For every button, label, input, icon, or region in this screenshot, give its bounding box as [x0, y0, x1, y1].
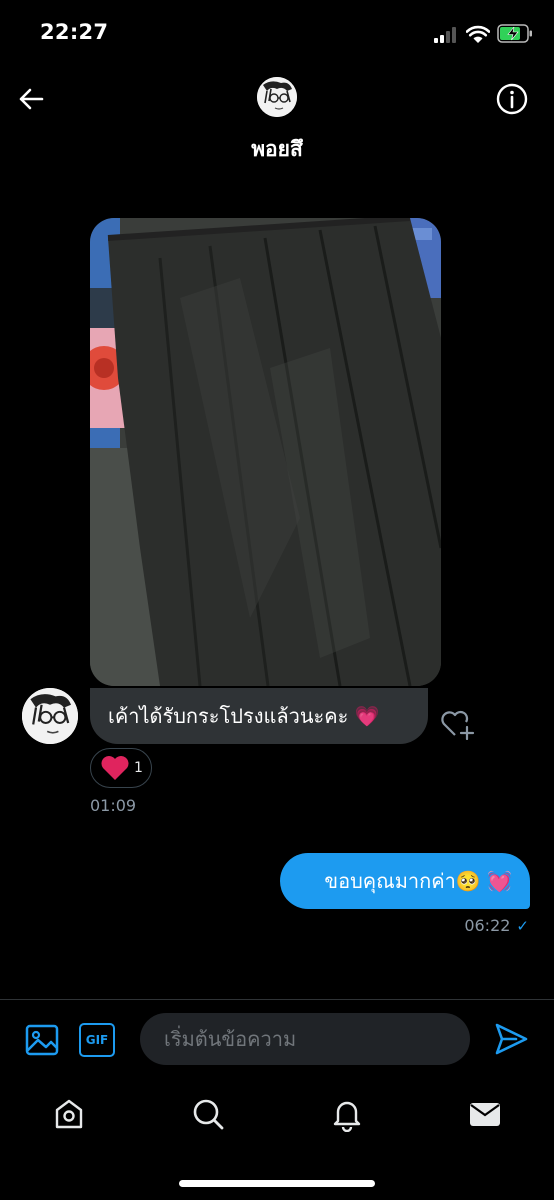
bottom-navigation [0, 1088, 554, 1148]
status-time: 22:27 [40, 20, 109, 44]
outgoing-timestamp: 06:22 ✓ [464, 916, 529, 935]
home-icon[interactable] [51, 1096, 87, 1132]
reaction-chip[interactable]: 1 [90, 748, 152, 788]
reaction-count: 1 [134, 760, 143, 776]
heart-icon [101, 756, 129, 780]
status-bar: 22:27 [0, 0, 554, 60]
message-input[interactable] [140, 1013, 470, 1065]
add-reaction-icon[interactable] [440, 708, 476, 740]
composer-divider [0, 999, 554, 1000]
image-icon[interactable] [24, 1022, 60, 1058]
battery-charging-icon [497, 24, 532, 43]
wifi-icon [466, 25, 490, 43]
gif-button[interactable]: GIF [79, 1023, 115, 1057]
sender-avatar[interactable] [22, 688, 78, 744]
outgoing-time: 06:22 [464, 916, 511, 935]
incoming-timestamp: 01:09 [90, 796, 137, 815]
contact-name[interactable]: พอยสึ [0, 133, 554, 166]
contact-avatar[interactable] [257, 77, 297, 117]
skirt-photo [90, 218, 441, 686]
conversation-header: พอยสึ [0, 60, 554, 180]
avatar-illustration [257, 77, 297, 117]
info-icon[interactable] [495, 82, 529, 116]
photo-attachment[interactable] [90, 218, 441, 686]
messages-mail-icon[interactable] [467, 1096, 503, 1132]
avatar-illustration [22, 688, 78, 744]
incoming-message-bubble[interactable]: เค้าได้รับกระโปรงแล้วนะคะ 💗 [90, 688, 428, 744]
check-icon: ✓ [516, 916, 529, 935]
cellular-signal-icon [434, 27, 460, 43]
search-icon[interactable] [190, 1096, 226, 1132]
home-indicator [179, 1180, 375, 1187]
send-icon[interactable] [492, 1020, 530, 1058]
outgoing-message-bubble[interactable]: ขอบคุณมากค่า🥺 💓 [280, 853, 530, 909]
back-arrow-icon[interactable] [14, 82, 48, 116]
notifications-bell-icon[interactable] [329, 1096, 365, 1132]
